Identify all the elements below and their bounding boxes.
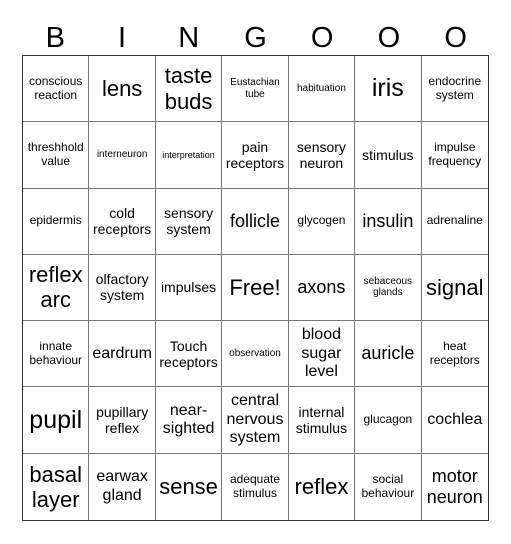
bingo-cell[interactable]: basal layer: [23, 453, 90, 520]
bingo-cell[interactable]: central nervous system: [222, 387, 289, 454]
bingo-cell[interactable]: reflex arc: [23, 254, 90, 322]
bingo-cell[interactable]: heat receptors: [421, 321, 488, 388]
bingo-cell[interactable]: cold receptors: [89, 188, 156, 255]
bingo-cell[interactable]: eardrum: [89, 321, 156, 388]
bingo-cell[interactable]: axons: [288, 254, 356, 322]
bingo-cell[interactable]: epidermis: [23, 188, 90, 255]
header-letter-i: I: [118, 22, 127, 54]
bingo-cell[interactable]: follicle: [222, 188, 289, 255]
bingo-cell[interactable]: taste buds: [155, 56, 223, 123]
bingo-cell[interactable]: Touch receptors: [155, 321, 223, 388]
free-space[interactable]: Free!: [222, 254, 289, 322]
bingo-cell[interactable]: sensory neuron: [288, 122, 356, 189]
bingo-cell[interactable]: social behaviour: [355, 453, 422, 520]
bingo-cell[interactable]: insulin: [355, 188, 422, 255]
bingo-cell[interactable]: Eustachian tube: [222, 56, 289, 123]
bingo-cell[interactable]: glycogen: [288, 188, 356, 255]
bingo-cell[interactable]: observation: [222, 321, 289, 388]
bingo-cell[interactable]: auricle: [355, 321, 422, 388]
bingo-cell[interactable]: pupillary reflex: [89, 387, 156, 454]
bingo-cell[interactable]: internal stimulus: [288, 387, 356, 454]
header-letter-o3: O: [444, 22, 467, 54]
bingo-cell[interactable]: glucagon: [355, 387, 422, 454]
bingo-cell[interactable]: innate behaviour: [23, 321, 90, 388]
bingo-cell[interactable]: earwax gland: [89, 453, 156, 520]
bingo-board: conscious reaction lens taste buds Eusta…: [22, 55, 489, 521]
bingo-cell[interactable]: sensory system: [155, 188, 223, 255]
header-letter-o1: O: [310, 22, 334, 54]
bingo-cell[interactable]: interpretation: [155, 122, 223, 189]
bingo-cell[interactable]: lens: [89, 56, 156, 123]
bingo-cell[interactable]: signal: [421, 255, 488, 322]
bingo-cell[interactable]: near-sighted: [155, 387, 223, 454]
bingo-cell[interactable]: threshhold value: [23, 122, 90, 189]
bingo-cell[interactable]: pain receptors: [222, 122, 289, 189]
bingo-cell[interactable]: sebaceous glands: [355, 254, 422, 322]
bingo-cell[interactable]: adequate stimulus: [222, 453, 289, 520]
bingo-cell[interactable]: impulse frequency: [421, 122, 488, 189]
bingo-cell[interactable]: blood sugar level: [288, 321, 356, 388]
bingo-cell[interactable]: endocrine system: [421, 56, 488, 123]
bingo-cell[interactable]: sense: [156, 453, 223, 520]
bingo-cell[interactable]: cochlea: [421, 387, 488, 454]
bingo-header: B I N G O O O: [22, 20, 489, 56]
bingo-cell[interactable]: iris: [355, 56, 422, 123]
header-letter-n: N: [178, 22, 200, 54]
bingo-cell[interactable]: impulses: [155, 254, 223, 322]
bingo-cell[interactable]: adrenaline: [421, 189, 488, 255]
bingo-cell[interactable]: habituation: [288, 56, 356, 123]
bingo-cell[interactable]: motor neuron: [422, 454, 488, 520]
bingo-cell[interactable]: olfactory system: [89, 254, 156, 322]
bingo-cell[interactable]: conscious reaction: [23, 56, 90, 123]
header-letter-o2: O: [377, 22, 401, 54]
bingo-cell[interactable]: interneuron: [89, 122, 156, 189]
header-letter-b: B: [45, 22, 66, 54]
bingo-cell[interactable]: reflex: [289, 453, 356, 520]
bingo-cell[interactable]: pupil: [23, 387, 90, 454]
header-letter-g: G: [244, 22, 267, 54]
bingo-cell[interactable]: stimulus: [355, 122, 422, 189]
